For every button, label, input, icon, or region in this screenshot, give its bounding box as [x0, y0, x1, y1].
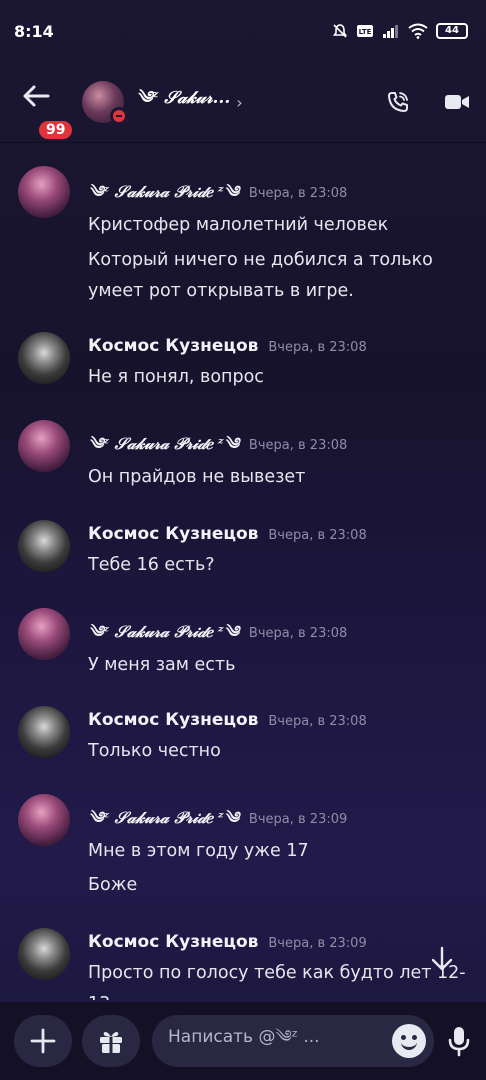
author-name[interactable]: Космос Кузнецов [88, 710, 258, 730]
message-text: Который ничего не добился а только умеет… [88, 250, 433, 301]
video-camera-icon[interactable] [444, 92, 470, 112]
emoji-icon[interactable] [392, 1024, 426, 1058]
message-text: У меня зам есть [88, 655, 236, 675]
composer-bar: Написать @༄ᶻ ... [0, 1002, 486, 1080]
author-name[interactable]: Космос Кузнецов [88, 932, 258, 952]
message-time: Вчера, в 23:09 [268, 936, 367, 951]
message-header: Космос Кузнецов Вчера, в 23:08 [88, 336, 367, 356]
message-text: Тебе 16 есть? [88, 555, 215, 575]
arrow-down-icon[interactable] [430, 946, 454, 972]
status-icons: LTE 44 [332, 23, 468, 39]
message-text: Кристофер малолетний человек [88, 215, 389, 235]
message-header: Космос Кузнецов Вчера, в 23:09 [88, 932, 367, 952]
back-button[interactable]: 99 [16, 74, 76, 142]
chevron-right-icon[interactable]: › [236, 93, 242, 112]
message-text: Просто по голосу тебе как будто лет 12-1… [88, 963, 466, 1000]
message-time: Вчера, в 23:08 [268, 714, 367, 729]
message-time: Вчера, в 23:08 [268, 528, 367, 543]
avatar[interactable] [18, 928, 70, 980]
avatar[interactable] [18, 420, 70, 472]
dnd-status-icon [110, 107, 128, 125]
message-input-placeholder: Написать @༄ᶻ ... [168, 1027, 320, 1047]
wifi-icon [408, 23, 428, 39]
gift-button[interactable] [82, 1015, 140, 1067]
header-actions [386, 90, 470, 114]
gift-icon [100, 1031, 122, 1053]
avatar[interactable] [18, 520, 70, 572]
message-time: Вчера, в 23:08 [268, 340, 367, 355]
header-divider [0, 142, 486, 143]
avatar[interactable] [18, 332, 70, 384]
status-bar: 8:14 LTE 44 [0, 0, 486, 62]
back-arrow-icon [23, 85, 50, 107]
chat-header: 99 ༄ᶻ 𝒮𝒶𝓀𝓊𝓇... › [0, 62, 486, 142]
signal-icon [383, 25, 398, 38]
author-name[interactable]: Космос Кузнецов [88, 524, 258, 544]
message-text: Не я понял, вопрос [88, 367, 264, 387]
volte-icon: LTE [357, 25, 373, 37]
mute-bell-icon [332, 24, 348, 38]
avatar[interactable] [18, 794, 70, 846]
microphone-icon[interactable] [446, 1025, 472, 1057]
message-header: Космос Кузнецов Вчера, в 23:08 [88, 524, 367, 544]
header-avatar[interactable] [82, 81, 128, 125]
add-attachment-button[interactable] [14, 1015, 72, 1067]
message-text: Только честно [88, 741, 221, 761]
phone-icon[interactable] [386, 90, 410, 114]
message-time: Вчера, в 23:08 [248, 438, 348, 453]
author-name[interactable]: Космос Кузнецов [88, 336, 258, 356]
avatar[interactable] [18, 166, 70, 218]
message-time: Вчера, в 23:08 [248, 626, 348, 641]
message-time: Вчера, в 23:08 [248, 186, 348, 201]
unread-badge: 99 [36, 118, 76, 142]
message-input[interactable]: Написать @༄ᶻ ... [152, 1015, 434, 1067]
message-text: Он прайдов не вывезет [88, 467, 306, 487]
battery-icon: 44 [436, 23, 468, 39]
message-text: Мне в этом году уже 17 [88, 841, 309, 861]
plus-icon [30, 1028, 56, 1054]
chat-title[interactable]: ༄ᶻ 𝒮𝒶𝓀𝓊𝓇... [136, 78, 230, 126]
message-list[interactable]: ༄ᶻ 𝒮𝒶𝓀𝓊𝓇𝒶 𝒫𝓇𝒾𝒹𝑒 ᶻ༄ Вчера, в 23:08 Кристо… [0, 150, 486, 1000]
svg-text:LTE: LTE [359, 28, 372, 36]
message-header: Космос Кузнецов Вчера, в 23:08 [88, 710, 367, 730]
status-time: 8:14 [14, 21, 54, 41]
avatar[interactable] [18, 706, 70, 758]
message-text: Боже [88, 875, 138, 895]
avatar[interactable] [18, 608, 70, 660]
message-time: Вчера, в 23:09 [248, 812, 348, 827]
